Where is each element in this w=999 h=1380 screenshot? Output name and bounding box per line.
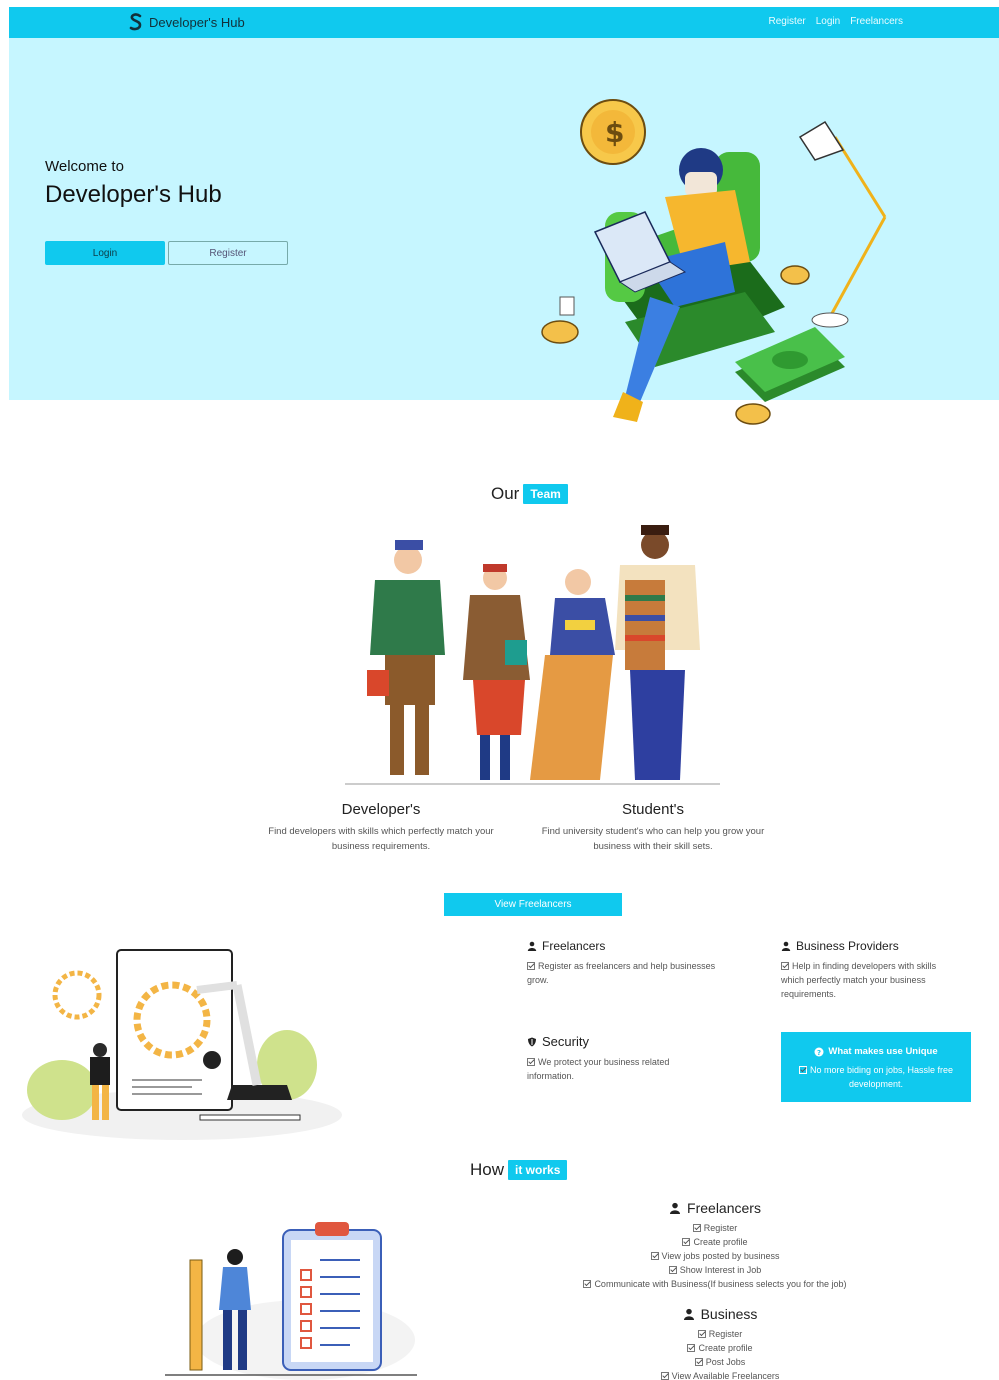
user-icon [781,941,791,951]
hero-register-button[interactable]: Register [168,241,288,265]
hero-illustration: $ [541,99,887,425]
feature-security-text: We protect your business related informa… [527,1057,670,1081]
developers-heading: Developer's [341,801,421,818]
unique-heading: What makes use Unique [828,1046,938,1057]
nav-register-link[interactable]: Register [768,16,805,27]
list-item: View jobs posted by business [560,1249,870,1263]
question-circle-icon: ? [814,1047,824,1057]
check-icon [527,962,535,970]
list-item: Show Interest in Job [560,1263,870,1277]
check-icon [697,1330,706,1338]
unique-text: No more biding on jobs, Hassle free deve… [809,1065,954,1089]
list-item: Register [600,1327,840,1341]
nav-login-link[interactable]: Login [816,16,840,27]
user-icon [527,941,537,951]
students-text: Find university student's who can help y… [541,826,765,852]
how-business-heading: Business [700,1306,758,1322]
how-freelancers-steps: Freelancers Register Create profile View… [560,1200,870,1291]
view-freelancers-button[interactable]: View Freelancers [444,893,622,916]
team-title-tag: Team [523,484,568,504]
feature-security-heading: Security [542,1034,589,1049]
check-icon [682,1238,691,1246]
check-icon [781,962,789,970]
svg-text:$: $ [605,116,624,149]
nav-freelancers-link[interactable]: Freelancers [850,16,903,27]
svg-text:?: ? [817,1049,821,1057]
check-icon [798,1066,807,1074]
hero-login-button[interactable]: Login [45,241,165,265]
logo-icon [129,13,142,31]
check-icon [668,1266,677,1274]
top-navbar: Developer's Hub Register Login Freelance… [9,7,999,38]
check-icon [583,1280,592,1288]
feature-freelancers-text: Register as freelancers and help busines… [527,961,716,985]
brand[interactable]: Developer's Hub [129,13,245,31]
user-icon [683,1308,694,1320]
team-section-title: Our Team [491,484,568,504]
features-illustration [22,949,342,1140]
check-icon [687,1344,696,1352]
shield-icon [528,1037,536,1046]
how-business-steps: Business Register Create profile Post Jo… [600,1306,840,1380]
developers-text: Find developers with skills which perfec… [268,826,494,852]
students-column: Student's Find university student's who … [530,801,776,854]
feature-business-providers-heading: Business Providers [796,939,899,953]
list-item: Communicate with Business(If business se… [560,1277,870,1291]
check-icon [694,1358,703,1366]
nav-links: Register Login Freelancers [768,16,903,27]
how-title-plain: How [470,1160,505,1179]
feature-freelancers: Freelancers Register as freelancers and … [527,939,727,987]
hero-title: Developer's Hub [45,181,222,208]
check-icon [527,1058,535,1066]
list-item: View Available Freelancers [600,1369,840,1380]
students-heading: Student's [621,801,685,818]
feature-business-providers: Business Providers Help in finding devel… [781,939,956,1001]
how-section-title: How it works [470,1160,568,1180]
hero-welcome-text: Welcome to [45,158,124,175]
check-icon [650,1252,659,1260]
list-item: Register [560,1221,870,1235]
team-illustration [345,525,720,785]
unique-card: ? What makes use Unique No more biding o… [781,1032,971,1102]
team-title-plain: Our [491,484,520,503]
check-icon [660,1372,669,1380]
list-item: Create profile [600,1341,840,1355]
list-item: Post Jobs [600,1355,840,1369]
developers-column: Developer's Find developers with skills … [258,801,504,854]
how-freelancers-heading: Freelancers [687,1200,761,1216]
feature-security: Security We protect your business relate… [527,1034,697,1083]
list-item: Create profile [560,1235,870,1249]
brand-name: Developer's Hub [149,14,245,30]
check-icon [692,1224,701,1232]
feature-freelancers-heading: Freelancers [542,939,606,953]
how-title-tag: it works [508,1160,568,1180]
how-illustration [165,1222,417,1380]
feature-business-providers-text: Help in finding developers with skills w… [781,961,937,999]
user-icon [669,1202,681,1214]
